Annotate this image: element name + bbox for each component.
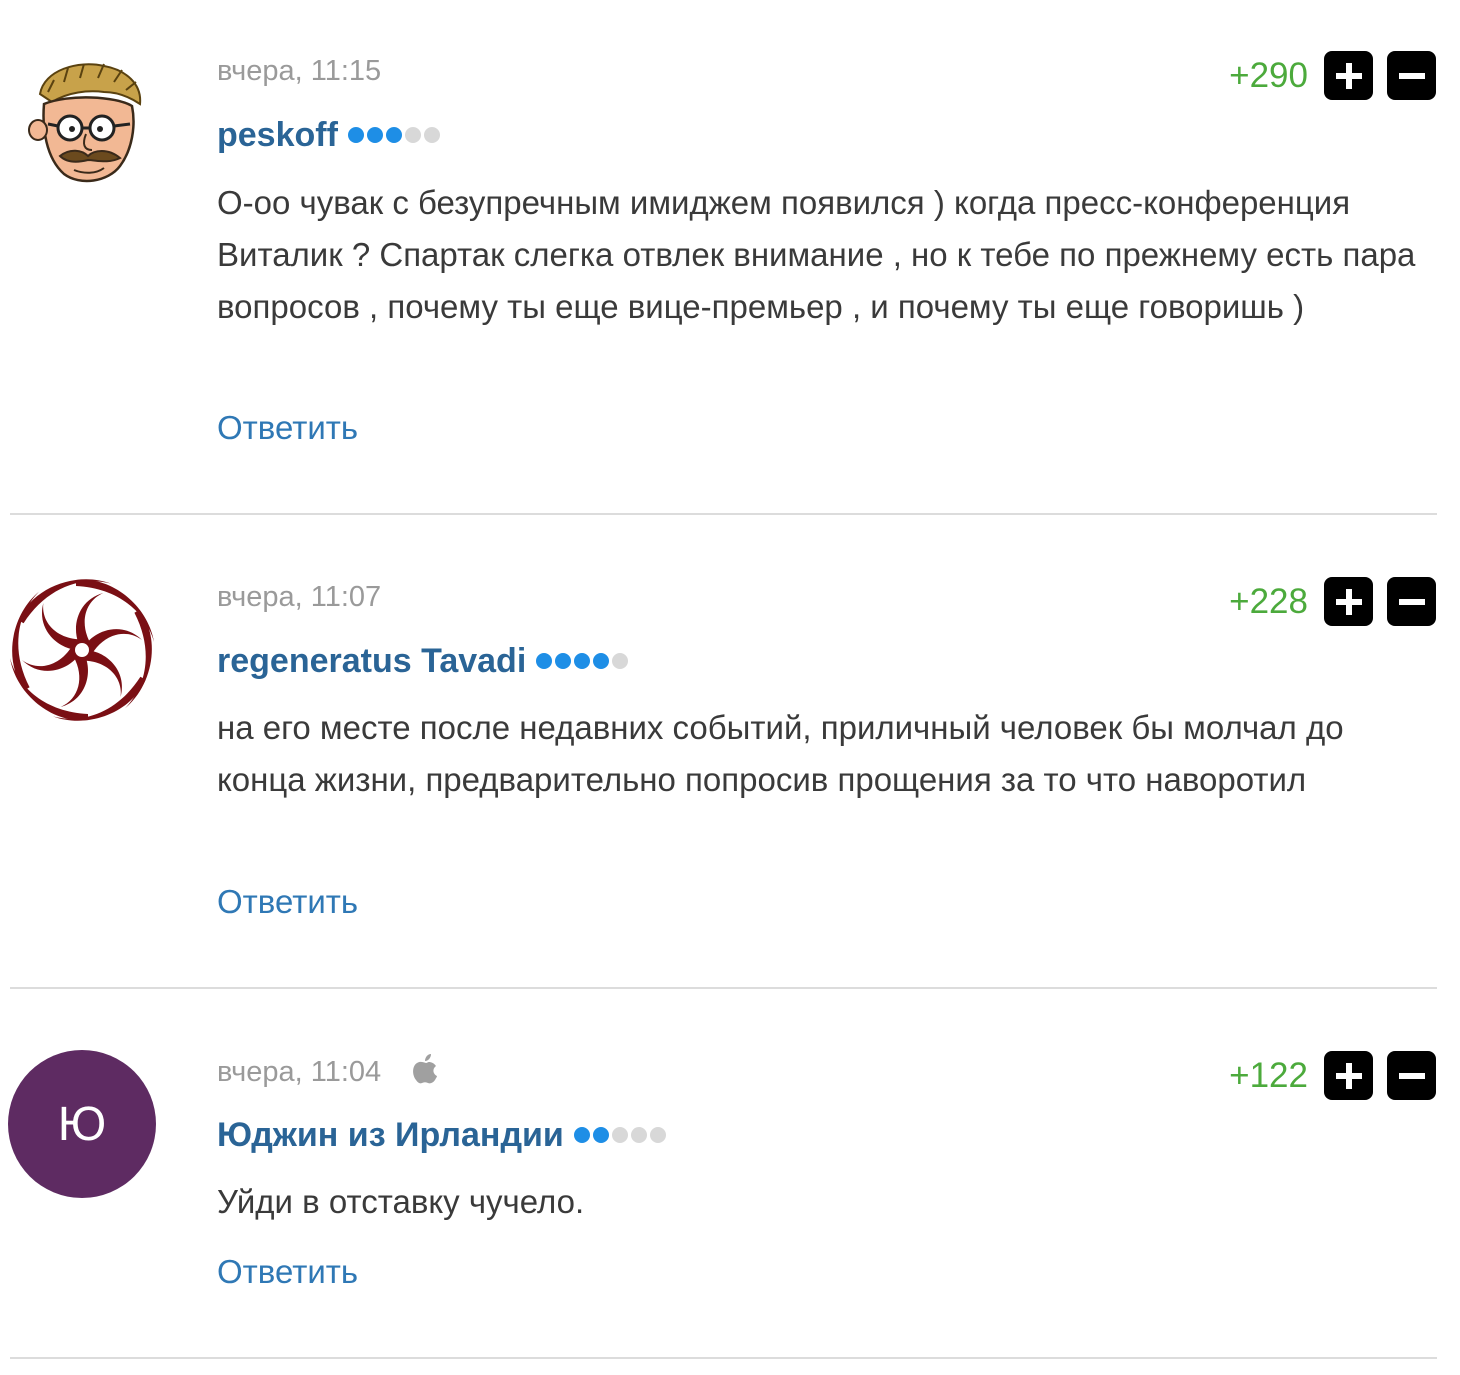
plus-icon [1335,62,1362,89]
author-row: peskoff [217,115,440,155]
comment-time: вчера, 11:07 [217,581,382,613]
avatar-letter: Ю [57,1097,107,1151]
plus-icon [1335,1062,1362,1089]
author-link[interactable]: regeneratus Tavadi [217,641,526,681]
user-avatar[interactable] [8,576,156,724]
upvote-button[interactable] [1324,577,1373,626]
comment-score: +290 [1229,55,1308,95]
comment-divider [10,513,1437,515]
vote-controls: +228 [1229,577,1436,626]
author-link[interactable]: Юджин из Ирландии [217,1115,564,1155]
comment-time: вчера, 11:15 [217,55,382,87]
vote-controls: +290 [1229,51,1436,100]
plus-icon [1335,588,1362,615]
rating-dot [385,127,402,143]
upvote-button[interactable] [1324,1051,1373,1100]
author-link[interactable]: peskoff [217,115,338,155]
rating-dot [630,1127,647,1143]
user-rating [347,127,440,143]
downvote-button[interactable] [1387,51,1436,100]
comment-score: +228 [1229,581,1308,621]
reply-link[interactable]: Ответить [217,882,358,922]
rating-dot [592,1127,609,1143]
comment-score: +122 [1229,1055,1308,1095]
rating-dot [649,1127,666,1143]
rating-dot [404,127,421,143]
author-row: Юджин из Ирландии [217,1115,666,1155]
comment-time-text: вчера, 11:04 [217,1056,382,1088]
rating-dot [611,1127,628,1143]
rating-dot [366,127,383,143]
user-rating [536,653,629,669]
vote-controls: +122 [1229,1051,1436,1100]
minus-icon [1398,72,1425,79]
rating-dot [593,653,610,669]
user-avatar[interactable] [8,52,156,200]
upvote-button[interactable] [1324,51,1373,100]
comment-time: вчера, 11:04 [217,1053,441,1093]
apple-icon [411,1053,441,1093]
rating-dot [347,127,364,143]
user-rating [573,1127,666,1143]
rating-dot [555,653,572,669]
comment-divider [10,987,1437,989]
comment-text: О-оо чувак с безупречным имиджем появилс… [217,184,1416,325]
minus-icon [1398,1072,1425,1079]
downvote-button[interactable] [1387,1051,1436,1100]
rating-dot [573,1127,590,1143]
rating-dot [574,653,591,669]
rating-dot [536,653,553,669]
comment-divider [10,1357,1437,1359]
user-avatar[interactable]: Ю [8,1050,156,1198]
comment-text: на его месте после недавних событий, при… [217,709,1344,798]
comment-text: Уйди в отставку чучело. [217,1183,585,1220]
rating-dot [612,653,629,669]
rating-dot [423,127,440,143]
reply-link[interactable]: Ответить [217,1252,358,1292]
downvote-button[interactable] [1387,577,1436,626]
reply-link[interactable]: Ответить [217,408,358,448]
minus-icon [1398,598,1425,605]
author-row: regeneratus Tavadi [217,641,629,681]
swirl-icon [10,579,154,721]
cartoon-face-icon [28,63,142,183]
